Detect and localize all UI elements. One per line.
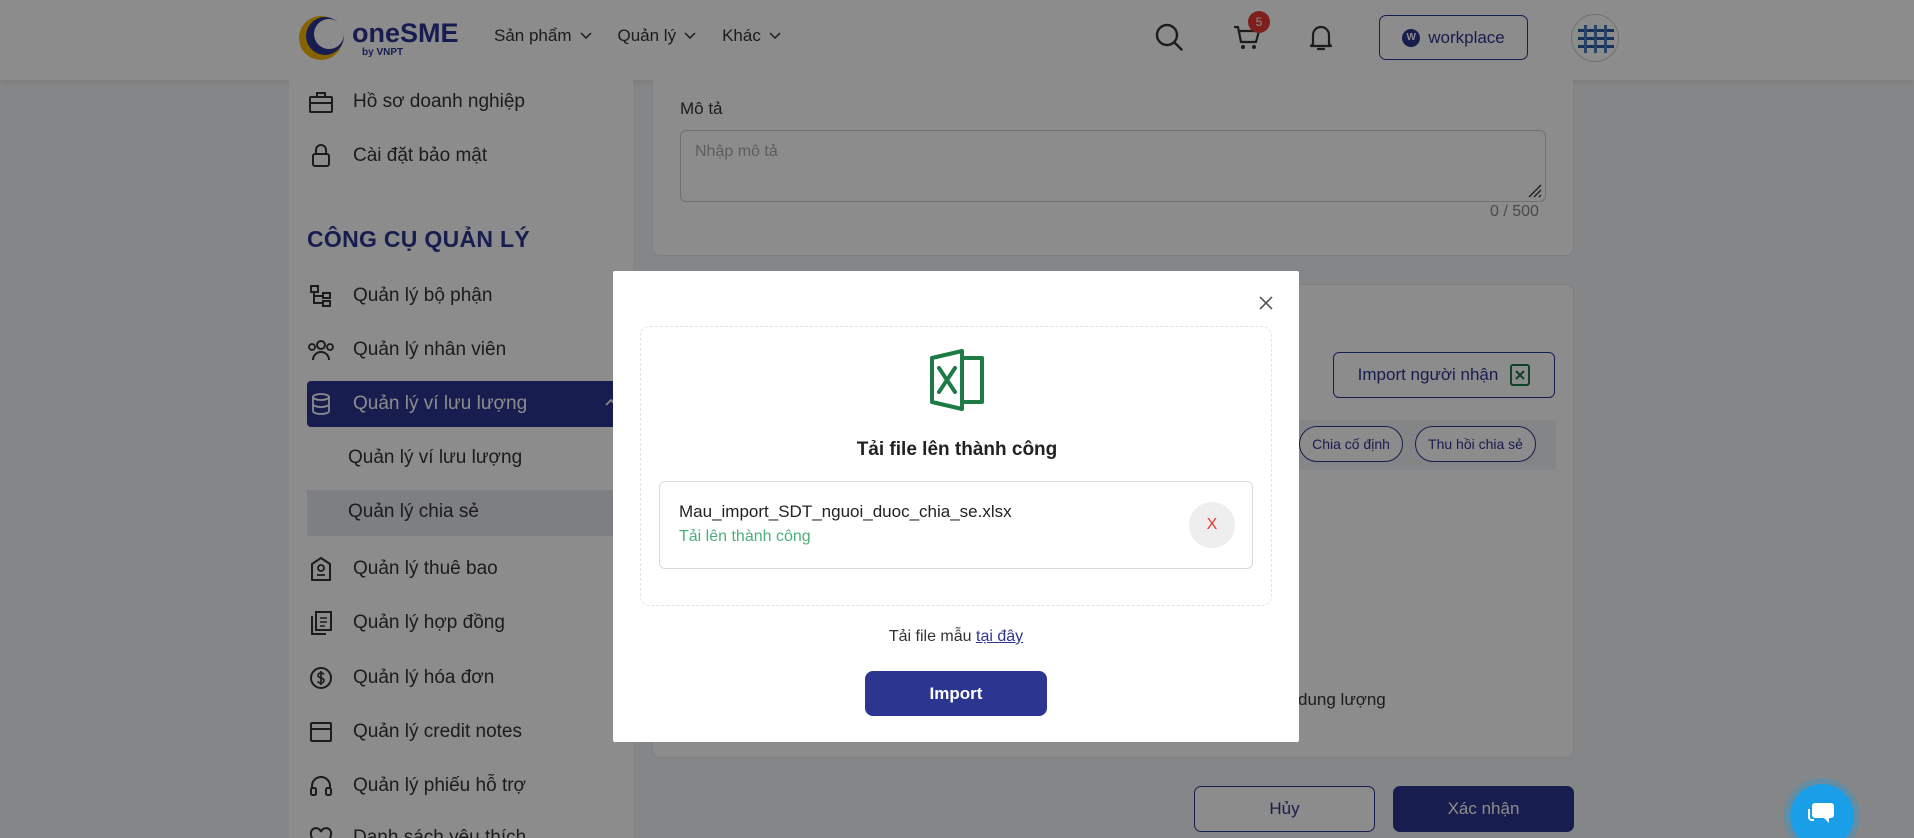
uploaded-file-card: Mau_import_SDT_nguoi_duoc_chia_se.xlsx T…	[659, 481, 1253, 569]
file-name: Mau_import_SDT_nguoi_duoc_chia_se.xlsx	[679, 502, 1012, 521]
template-download-line: Tải file mẫu tại đây	[613, 628, 1299, 646]
import-button[interactable]: Import	[865, 671, 1047, 716]
chat-icon	[1808, 803, 1834, 823]
close-icon[interactable]	[1254, 291, 1278, 315]
import-modal: Tải file lên thành công Mau_import_SDT_n…	[613, 271, 1299, 742]
upload-dropzone[interactable]: Tải file lên thành công Mau_import_SDT_n…	[640, 326, 1272, 606]
template-download-link[interactable]: tại đây	[976, 628, 1023, 645]
template-prefix: Tải file mẫu	[888, 628, 972, 645]
remove-file-button[interactable]: X	[1189, 502, 1235, 548]
file-status: Tải lên thành công	[679, 528, 811, 545]
excel-file-icon	[930, 349, 984, 411]
upload-success-title: Tải file lên thành công	[856, 439, 1058, 460]
